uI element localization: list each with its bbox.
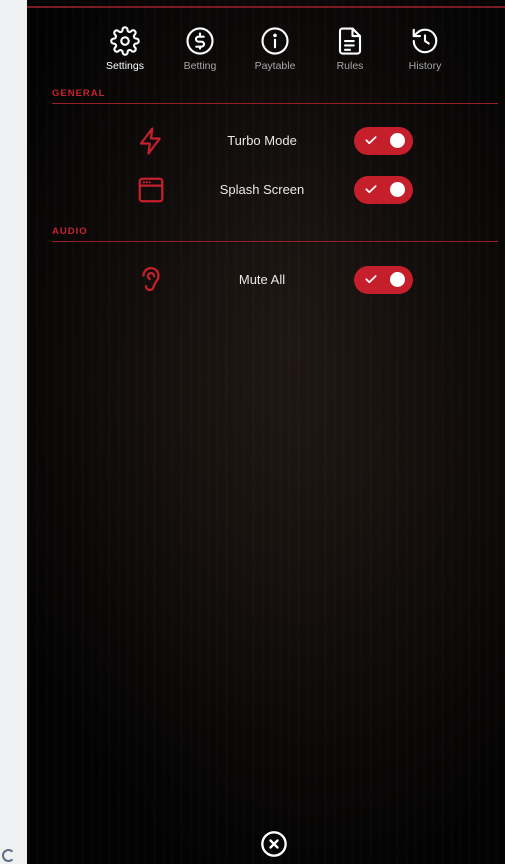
setting-label: Turbo Mode — [227, 133, 297, 148]
tab-settings-label: Settings — [106, 60, 144, 72]
settings-panel: Settings Betting Paytable Rules History … — [27, 0, 505, 864]
setting-row-splash-screen: Splash Screen — [27, 172, 505, 208]
gear-icon — [110, 26, 140, 56]
section-title-general: GENERAL — [52, 88, 106, 99]
window-icon — [138, 177, 164, 203]
splash-screen-toggle[interactable] — [354, 176, 413, 204]
dollar-icon — [186, 27, 214, 55]
setting-row-mute-all: Mute All — [27, 262, 505, 298]
tab-history-label: History — [408, 60, 442, 72]
check-icon — [365, 136, 377, 145]
corner-icon — [2, 849, 15, 862]
document-icon — [338, 27, 362, 55]
history-icon — [412, 28, 438, 54]
section-title-audio: AUDIO — [52, 226, 88, 237]
lightning-icon — [139, 127, 161, 155]
tab-paytable[interactable]: Paytable — [240, 26, 310, 74]
toggle-knob — [390, 272, 405, 287]
close-button[interactable] — [260, 830, 288, 858]
info-icon — [261, 27, 289, 55]
tab-rules-label: Rules — [336, 60, 364, 72]
toggle-knob — [390, 133, 405, 148]
ear-icon — [142, 267, 160, 292]
tab-betting[interactable]: Betting — [165, 26, 235, 74]
tab-history[interactable]: History — [390, 26, 460, 74]
mute-all-toggle[interactable] — [354, 266, 413, 294]
tab-paytable-label: Paytable — [254, 60, 296, 72]
setting-label: Splash Screen — [219, 182, 305, 197]
check-icon — [365, 185, 377, 194]
tab-betting-label: Betting — [183, 60, 217, 72]
top-accent-line — [27, 6, 505, 8]
toggle-knob — [390, 182, 405, 197]
setting-label: Mute All — [238, 272, 286, 287]
close-circle-icon — [261, 831, 287, 857]
setting-row-turbo-mode: Turbo Mode — [27, 123, 505, 159]
left-margin — [0, 0, 27, 864]
tab-rules[interactable]: Rules — [315, 26, 385, 74]
tab-bar: Settings Betting Paytable Rules History — [27, 26, 505, 74]
section-divider — [52, 103, 498, 104]
section-divider — [52, 241, 498, 242]
tab-settings[interactable]: Settings — [90, 26, 160, 74]
check-icon — [365, 275, 377, 284]
turbo-mode-toggle[interactable] — [354, 127, 413, 155]
